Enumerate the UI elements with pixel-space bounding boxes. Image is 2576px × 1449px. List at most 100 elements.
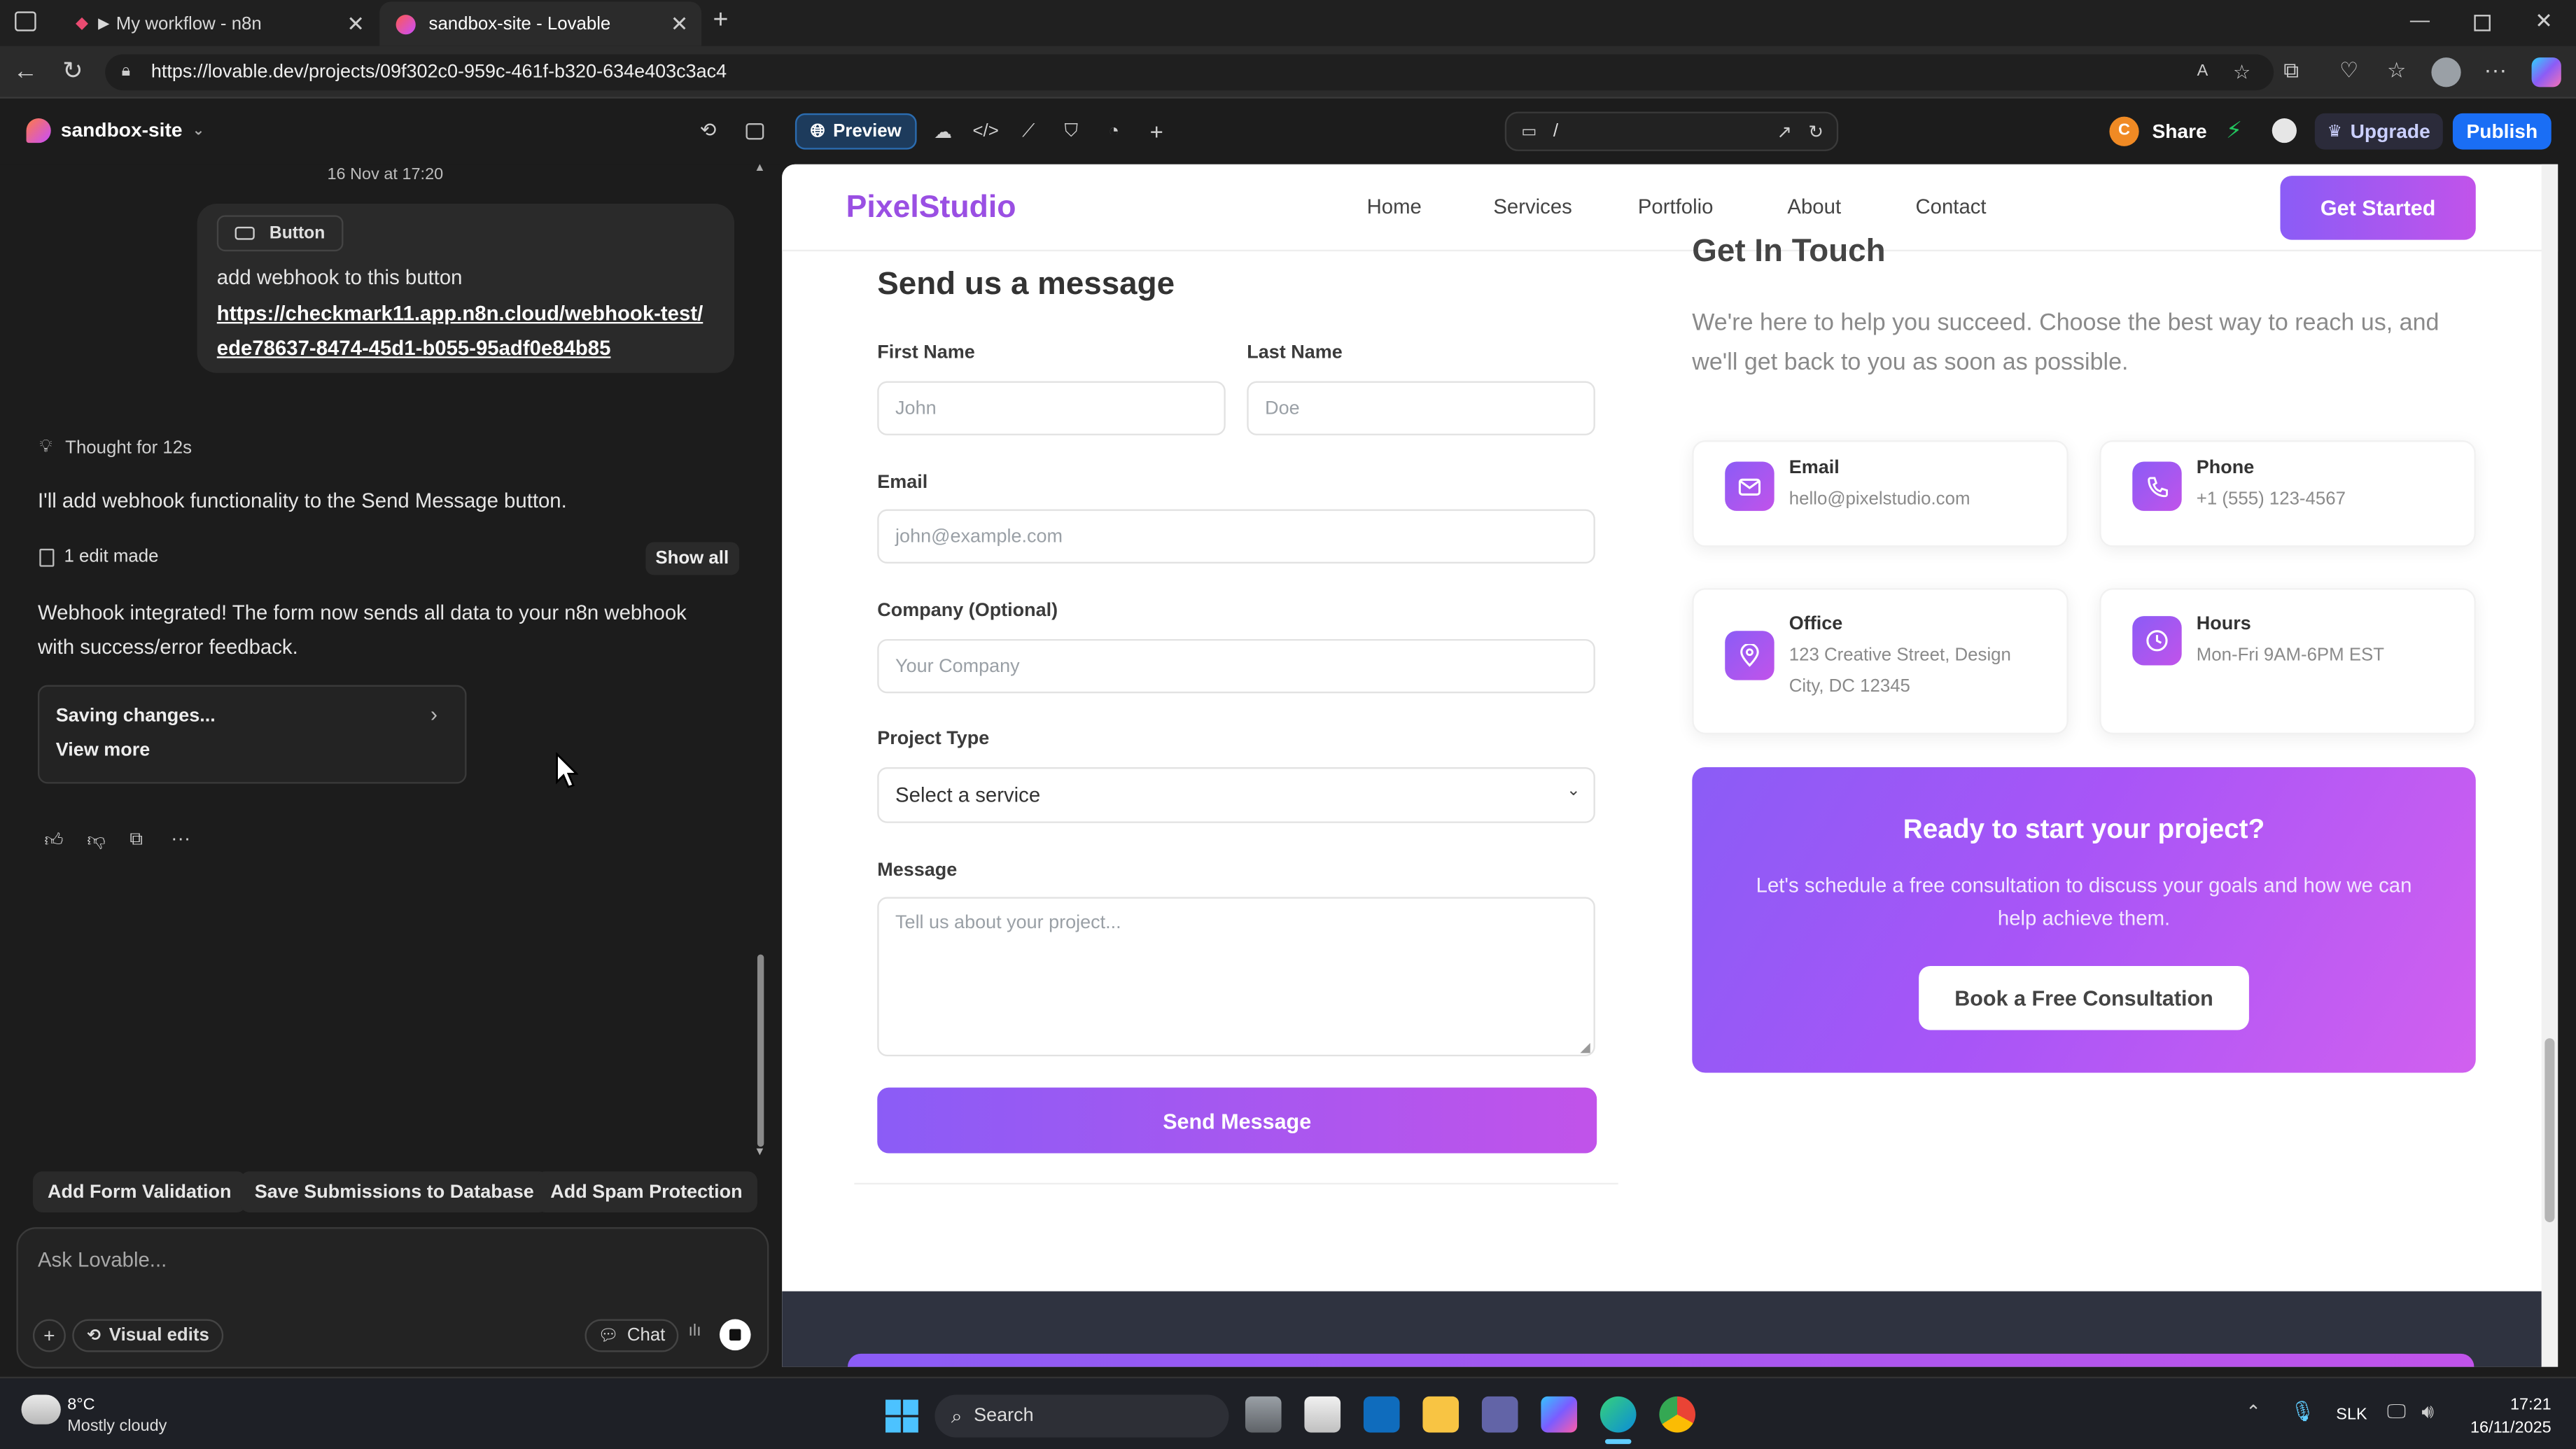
restore-icon[interactable]: [2474, 15, 2491, 31]
open-new-window-icon[interactable]: ↗: [1777, 120, 1792, 142]
share-button[interactable]: C Share: [2109, 113, 2207, 150]
attach-button[interactable]: +: [32, 1319, 66, 1352]
resize-handle-icon[interactable]: ◢: [1580, 1040, 1590, 1055]
suggestion-spam-protection[interactable]: Add Spam Protection: [536, 1171, 757, 1213]
scroll-down-arrow[interactable]: ▼: [754, 1147, 765, 1158]
integrations-bolt-icon[interactable]: ⚡︎: [2226, 117, 2242, 145]
cloud-icon[interactable]: ☁︎: [927, 113, 960, 150]
nav-services[interactable]: Services: [1493, 195, 1572, 218]
keyboard-language[interactable]: SLK: [2336, 1406, 2367, 1424]
network-icon[interactable]: 🖵︎: [2387, 1400, 2406, 1424]
chat-mode-button[interactable]: 💬︎ Chat: [584, 1319, 679, 1352]
project-type-select[interactable]: Select a service ⌄: [877, 767, 1595, 823]
favorite-star-icon[interactable]: ☆: [2233, 54, 2250, 90]
teams-icon[interactable]: [1481, 1396, 1518, 1433]
thought-row[interactable]: 💡︎ Thought for 12s: [39, 437, 192, 458]
profile-avatar[interactable]: [2431, 57, 2461, 88]
new-tab-icon[interactable]: +: [713, 6, 729, 36]
more-actions-icon[interactable]: ···: [171, 826, 190, 849]
scroll-up-arrow[interactable]: ▲: [754, 162, 765, 174]
copilot-icon[interactable]: [2531, 57, 2561, 88]
back-icon[interactable]: ←: [13, 57, 38, 85]
speed-icon[interactable]: ◔: [1098, 113, 1130, 150]
clock-time[interactable]: 17:21: [2464, 1396, 2552, 1415]
code-icon[interactable]: </>: [969, 113, 1002, 150]
extensions-icon[interactable]: ⧉: [2283, 57, 2299, 84]
show-all-button[interactable]: Show all: [645, 542, 739, 575]
chat-scrollbar[interactable]: [757, 954, 764, 1147]
task-view-icon[interactable]: [1245, 1396, 1282, 1433]
tab-actions-icon[interactable]: [15, 11, 36, 31]
add-view-icon[interactable]: +: [1140, 113, 1173, 150]
preview-scrollbar-thumb[interactable]: [2544, 1038, 2555, 1223]
chrome-icon[interactable]: [1659, 1396, 1696, 1433]
get-started-button[interactable]: Get Started: [2280, 176, 2476, 240]
analytics-icon[interactable]: ⟋: [1012, 113, 1045, 150]
refresh-preview-icon[interactable]: ↻: [1808, 120, 1823, 142]
clock-date[interactable]: 16/11/2025: [2456, 1420, 2552, 1438]
reload-icon[interactable]: ↻: [62, 56, 83, 85]
copy-icon[interactable]: ⧉: [130, 830, 142, 851]
stop-button[interactable]: [719, 1319, 751, 1351]
device-icon[interactable]: ▭: [1521, 122, 1536, 141]
suggestion-form-validation[interactable]: Add Form Validation: [32, 1171, 246, 1213]
tab-n8n[interactable]: ◆ ▶ My workflow - n8n ✕: [59, 1, 377, 46]
voice-wave-icon[interactable]: ılı: [688, 1322, 701, 1340]
contact-heading: Get In Touch: [1692, 233, 1886, 270]
start-button[interactable]: [885, 1399, 918, 1433]
send-message-button[interactable]: Send Message: [877, 1087, 1597, 1154]
thumbs-down-icon[interactable]: 👎︎: [87, 830, 105, 851]
nav-home[interactable]: Home: [1367, 195, 1422, 218]
thumbs-up-icon[interactable]: 👍︎: [44, 830, 63, 851]
email-input[interactable]: john@example.com: [877, 509, 1595, 564]
store-icon[interactable]: [1304, 1396, 1341, 1433]
minimize-icon[interactable]: —: [2410, 8, 2430, 31]
chat-input[interactable]: Ask Lovable...: [38, 1249, 744, 1272]
address-bar[interactable]: 🔒︎ https://lovable.dev/projects/09f302c0…: [105, 54, 2274, 91]
preview-tab[interactable]: 🌐︎ Preview: [794, 113, 917, 150]
taskbar-search[interactable]: ⌕ Search: [934, 1394, 1229, 1438]
file-explorer-icon[interactable]: [1422, 1396, 1460, 1433]
project-switcher[interactable]: sandbox-site ⌄: [61, 118, 205, 141]
message-textarea[interactable]: Tell us about your project... ◢: [877, 897, 1595, 1057]
book-consultation-button[interactable]: Book a Free Consultation: [1919, 965, 2249, 1030]
last-name-input[interactable]: Doe: [1247, 381, 1595, 435]
view-more-link[interactable]: View more: [56, 741, 150, 760]
selected-element-tag[interactable]: Button: [216, 215, 344, 252]
browser-essentials-icon[interactable]: ♡: [2339, 57, 2358, 84]
read-aloud-icon[interactable]: A: [2197, 54, 2208, 90]
volume-icon[interactable]: 🔊︎: [2421, 1400, 2434, 1424]
tray-overflow-icon[interactable]: ⌃: [2246, 1401, 2261, 1422]
weather-cloud-icon[interactable]: [21, 1394, 61, 1424]
nav-portfolio[interactable]: Portfolio: [1638, 195, 1714, 218]
microphone-icon[interactable]: 🎙︎: [2290, 1400, 2316, 1423]
weather-temp[interactable]: 8°C: [67, 1396, 94, 1415]
edge-icon[interactable]: [1600, 1396, 1637, 1433]
sidebar-toggle-icon[interactable]: [746, 123, 764, 140]
close-tab-icon[interactable]: ✕: [671, 11, 689, 38]
publish-button[interactable]: Publish: [2452, 113, 2552, 150]
webhook-link[interactable]: https://checkmark11.app.n8n.cloud/webhoo…: [217, 298, 710, 365]
first-name-input[interactable]: John: [877, 381, 1226, 435]
message-label: Message: [877, 860, 958, 881]
status-card[interactable]: Saving changes... View more ›: [37, 685, 467, 784]
more-menu-icon[interactable]: ···: [2484, 56, 2507, 83]
edits-row[interactable]: 1 edit made: [39, 547, 158, 567]
outlook-icon[interactable]: [1363, 1396, 1400, 1433]
nav-about[interactable]: About: [1787, 195, 1841, 218]
close-tab-icon[interactable]: ✕: [346, 11, 365, 38]
security-shield-icon[interactable]: ⛉: [1055, 113, 1088, 150]
m365-icon[interactable]: [1541, 1396, 1578, 1433]
visual-edits-button[interactable]: ⟲ Visual edits: [72, 1319, 224, 1352]
favorites-icon[interactable]: ☆: [2387, 57, 2406, 84]
company-input[interactable]: Your Company: [877, 638, 1595, 694]
nav-contact[interactable]: Contact: [1915, 195, 1986, 218]
site-logo[interactable]: PixelStudio: [846, 190, 1016, 227]
close-window-icon[interactable]: ✕: [2535, 8, 2553, 35]
github-icon[interactable]: [2272, 118, 2297, 144]
suggestion-save-submissions[interactable]: Save Submissions to Database: [239, 1171, 549, 1213]
history-icon[interactable]: ⟲: [700, 118, 717, 141]
tab-lovable[interactable]: sandbox-site - Lovable ✕: [379, 1, 702, 46]
route-bar[interactable]: ▭ / ↗ ↻: [1504, 111, 1839, 151]
upgrade-button[interactable]: ♛ Upgrade: [2314, 113, 2443, 150]
